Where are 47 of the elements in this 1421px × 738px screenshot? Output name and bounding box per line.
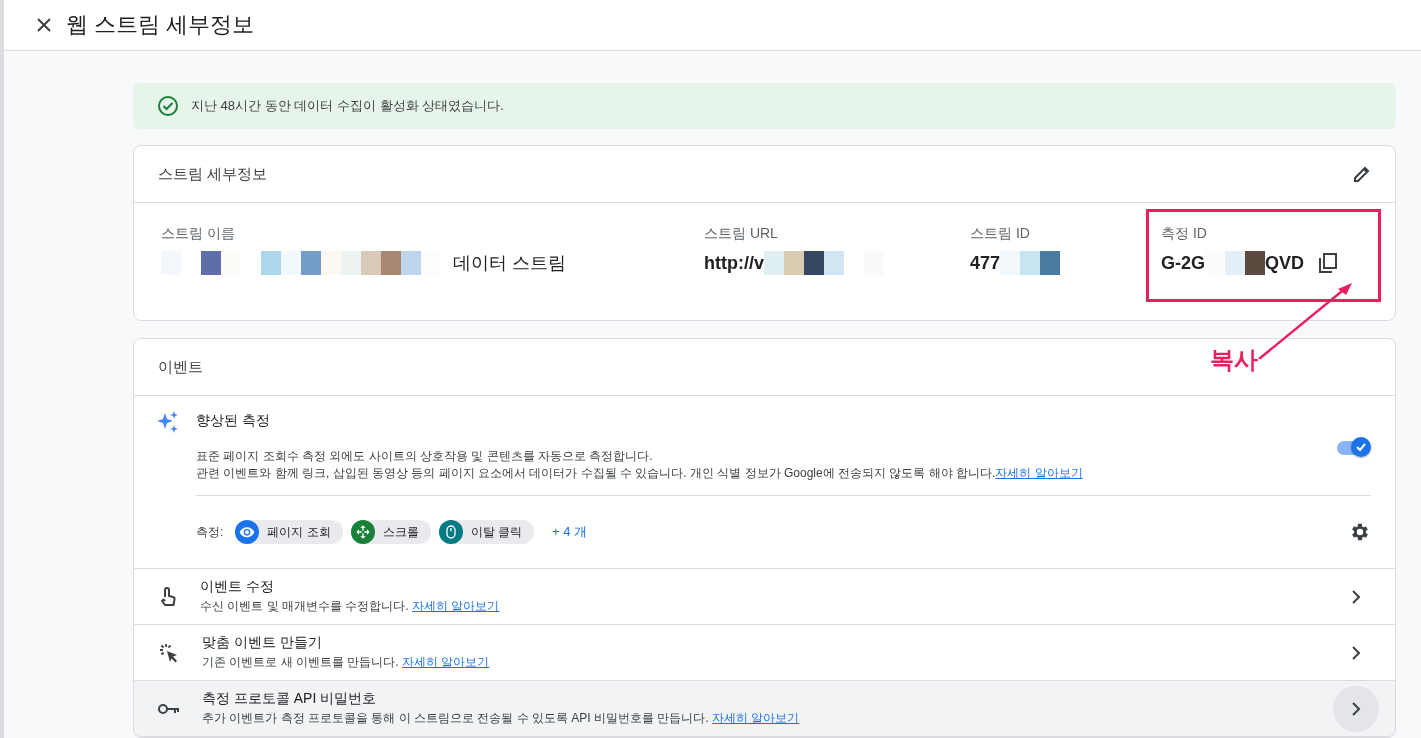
section-title: 향상된 측정 — [196, 412, 271, 430]
row-title: 측정 프로토콜 API 비밀번호 — [202, 690, 378, 708]
description-text: 표준 페이지 조회수 측정 외에도 사이트의 상호작용 및 콘텐츠를 자동으로 측정합니다. — [196, 448, 654, 465]
copy-button[interactable] — [1318, 252, 1339, 274]
field-label: 스트림 URL — [704, 225, 779, 243]
learn-more-link[interactable]: 자세히 알아보기 — [995, 466, 1083, 480]
chevron-right-icon — [1351, 700, 1361, 717]
page-title: 웹 스트림 세부정보 — [66, 11, 255, 39]
cursor-click-icon — [158, 641, 180, 664]
annotation-label: 복사 — [1210, 345, 1258, 375]
field-value: G-2G — [1161, 252, 1205, 274]
card-title: 스트림 세부정보 — [158, 164, 268, 184]
sparkle-icon — [156, 410, 180, 434]
row-description: 기존 이벤트로 새 이벤트를 만듭니다. 자세히 알아보기 — [202, 654, 491, 671]
description-text: 관련 이벤트와 함께 링크, 삽입된 동영상 등의 페이지 요소에서 데이터가 수집될 수 있습니다. 개인 식별 정보가 Google에 전송되지 않도록 해야 합니다.자세히 알아보기 — [196, 465, 1083, 482]
measure-chip: 페이지 조회 — [235, 520, 343, 544]
edit-button[interactable] — [1353, 165, 1371, 183]
learn-more-link[interactable]: 자세히 알아보기 — [712, 711, 800, 725]
chevron-right-icon — [1351, 588, 1361, 605]
card-title: 이벤트 — [158, 357, 203, 377]
row-title: 이벤트 수정 — [200, 578, 275, 596]
banner-text: 지난 48시간 동안 데이터 수집이 활성화 상태였습니다. — [191, 97, 504, 115]
pixelated-redaction — [1000, 251, 1061, 275]
field-value: 데이터 스트림 — [453, 252, 566, 275]
check-icon — [1355, 441, 1367, 453]
learn-more-link[interactable]: 자세히 알아보기 — [412, 599, 500, 613]
field-label: 스트림 ID — [970, 225, 1031, 243]
chevron-right-icon — [1351, 644, 1361, 661]
event-setting-row[interactable]: 측정 프로토콜 API 비밀번호 추가 이벤트가 측정 프로토콜을 통해 이 스트림으로 전송될 수 있도록 API 비밀번호를 만듭니다. 자세히 알아보기 — [134, 681, 1395, 737]
key-icon — [158, 701, 180, 716]
settings-button[interactable] — [1349, 521, 1371, 543]
field-label: 스트림 이름 — [161, 225, 236, 243]
measures-label: 측정: — [196, 523, 224, 541]
field-value: QVD — [1265, 252, 1305, 274]
learn-more-link[interactable]: 자세히 알아보기 — [402, 655, 490, 669]
measure-chip: 스크롤 — [350, 520, 431, 544]
measure-chip: 이탈 클릭 — [438, 520, 535, 544]
field-label: 측정 ID — [1161, 225, 1208, 243]
row-title: 맞춤 이벤트 만들기 — [202, 634, 323, 652]
row-description: 추가 이벤트가 측정 프로토콜을 통해 이 스트림으로 전송될 수 있도록 API 비밀번호를 만듭니다. 자세히 알아보기 — [202, 710, 801, 727]
field-value: http://v — [704, 252, 764, 274]
field-value: 477 — [970, 252, 1001, 274]
touch-icon — [158, 585, 178, 608]
close-button[interactable] — [36, 17, 52, 33]
more-link[interactable]: + 4 개 — [552, 523, 588, 541]
row-description: 수신 이벤트 및 매개변수를 수정합니다. 자세히 알아보기 — [200, 598, 501, 615]
check-circle-icon — [157, 95, 179, 117]
